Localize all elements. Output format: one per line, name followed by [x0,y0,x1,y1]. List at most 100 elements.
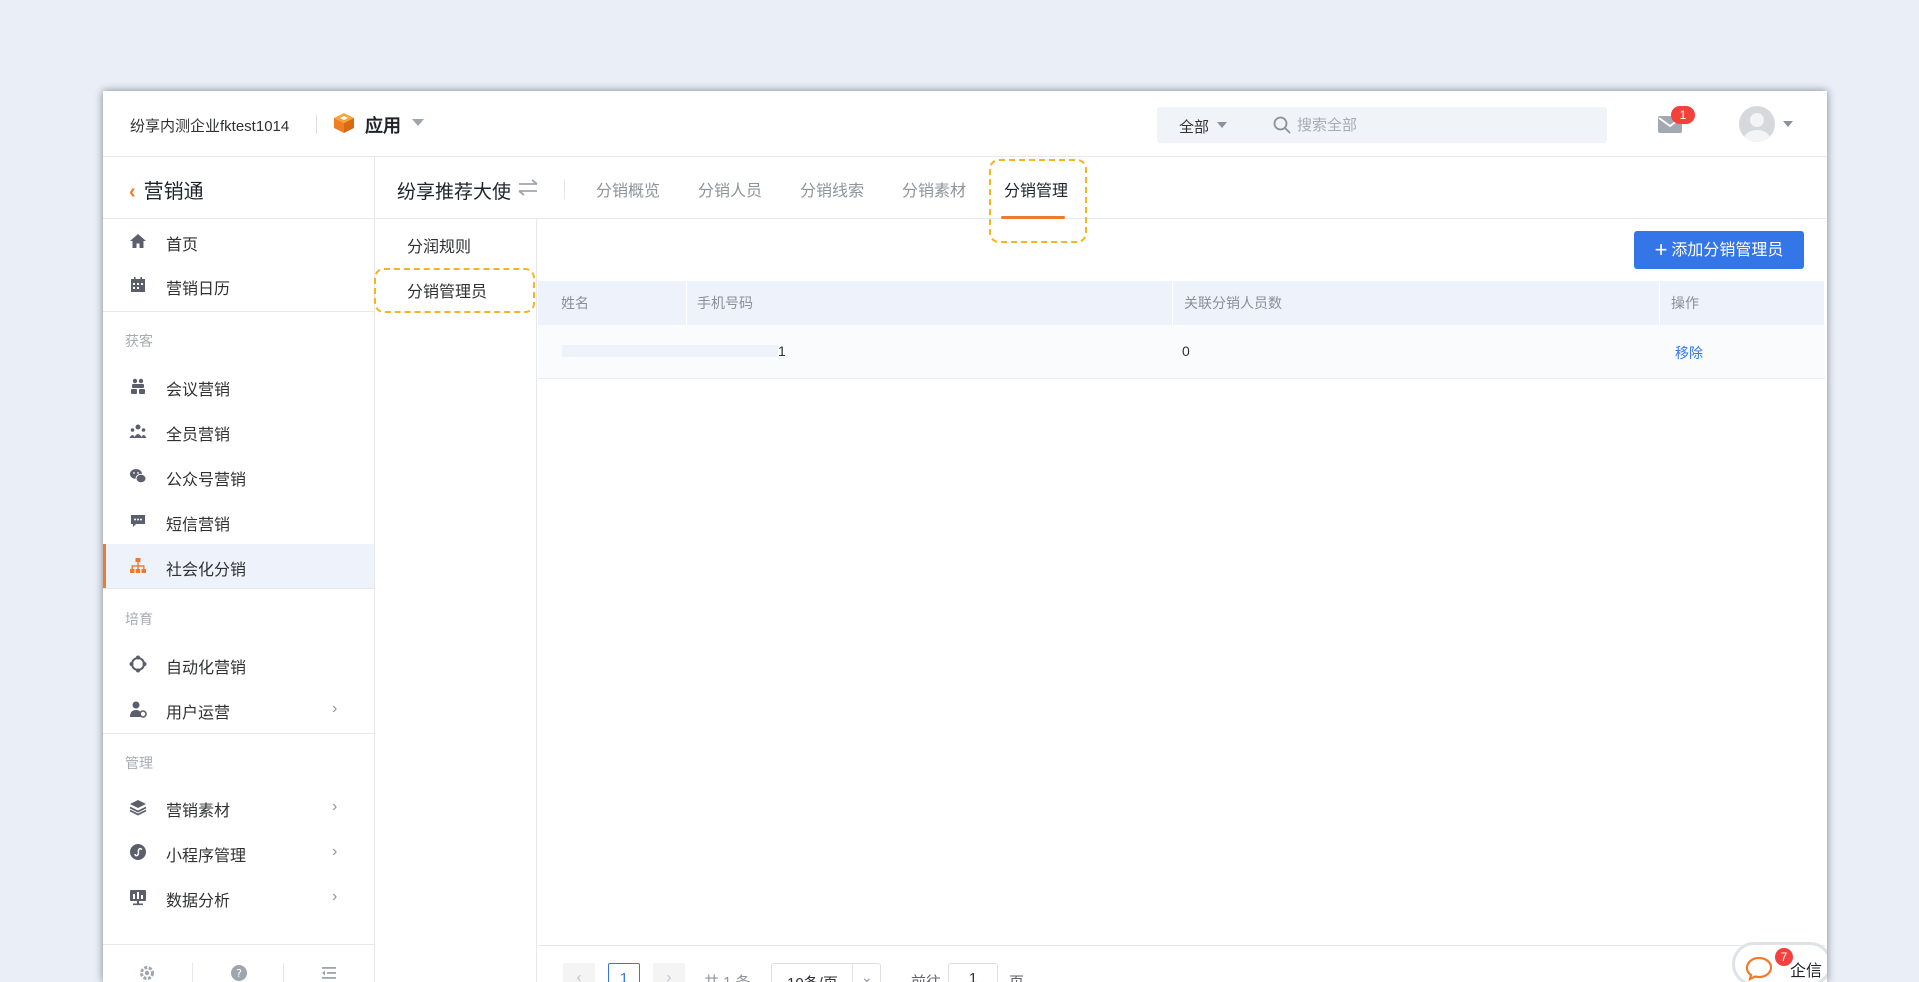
column-header-actions: 操作 [1660,281,1825,325]
swap-icon[interactable] [517,177,539,199]
sidebar-item-miniprogram[interactable]: 小程序管理 › [103,830,374,874]
goto-page-input[interactable]: 1 [948,963,998,982]
column-header-phone: 手机号码 [686,281,1173,325]
search-input[interactable] [1297,114,1597,136]
add-admin-button[interactable]: + 添加分销管理员 [1634,231,1804,269]
divider [852,964,853,982]
goto-prefix: 前往 [911,971,941,982]
gear-icon[interactable] [138,964,156,982]
home-icon [130,234,146,248]
chevron-right-icon: › [332,798,338,815]
back-button[interactable]: ‹ 营销通 [129,175,204,204]
sub-navigation: 分润规则 分销管理员 [376,219,537,982]
chat-bubble-icon [1745,956,1773,981]
meeting-icon [131,378,145,394]
company-name[interactable]: 纷享内测企业fktest1014 [130,115,289,136]
page-number-button[interactable]: 1 [608,963,640,982]
avatar[interactable] [1739,106,1775,142]
sidebar-item-materials[interactable]: 营销素材 › [103,785,374,829]
remove-link[interactable]: 移除 [1675,343,1703,363]
divider [538,945,1825,946]
chevron-right-icon: › [332,700,338,717]
tab-distributors[interactable]: 分销人员 [698,177,762,201]
layers-icon [129,800,147,816]
next-page-button[interactable]: › [653,963,685,982]
caret-down-icon[interactable] [1783,121,1793,127]
sidebar-item-label: 会议营销 [166,382,231,399]
qixin-chat-widget[interactable]: 7 企信 [1732,942,1827,982]
divider [564,179,565,199]
divider [103,944,375,945]
sidebar: ‹ 营销通 首页 营销日历 获客 会议营销 全员营销 公众号营销 短信营销 社会… [103,157,375,982]
global-search: 全部 [1157,107,1607,143]
sidebar-item-all-staff[interactable]: 全员营销 [103,409,374,453]
app-switcher-label[interactable]: 应用 [365,112,401,138]
divider [192,963,193,982]
monitor-icon [130,890,146,906]
sidebar-item-label: 首页 [166,237,199,254]
main-content: +添加分销管理员 姓名 手机号码 关联分销人员数 操作 i 1 0 移除 ‹ 1… [538,219,1827,982]
add-admin-label: 添加分销管理员 [1671,242,1784,259]
sidebar-item-sms[interactable]: 短信营销 [103,499,374,543]
divider [103,733,375,734]
page-size-value: 10条/页 [787,972,838,982]
sidebar-item-wechat[interactable]: 公众号营销 [103,454,374,498]
sidebar-group-label: 培育 [125,611,153,627]
module-tabs: 纷享推荐大使 分销概览 分销人员 分销线索 分销素材 分销管理 [376,157,1827,243]
automation-icon [129,655,147,673]
total-count: 共 1 条 [704,971,751,982]
chevron-left-icon: ‹ [129,181,136,203]
chevron-down-icon[interactable] [412,119,424,126]
wechat-icon [130,469,147,484]
app-window: 纷享内测企业fktest1014 应用 全部 1 [103,91,1827,982]
sidebar-item-label: 社会化分销 [166,562,247,579]
cell-distributor-count: 0 [1182,343,1190,359]
caret-down-icon[interactable] [1217,122,1227,128]
search-scope-select[interactable]: 全部 [1179,116,1209,137]
svg-text:?: ? [236,967,242,980]
sidebar-item-label: 公众号营销 [166,472,247,489]
user-ops-icon [130,701,147,718]
miniprogram-icon [130,844,146,860]
sidebar-item-label: 用户运营 [166,705,231,722]
sidebar-item-social-distribution[interactable]: 社会化分销 [103,544,374,588]
sidebar-item-label: 数据分析 [166,893,231,910]
page-size-select[interactable]: 10条/页 ⌄ [771,963,881,982]
sidebar-item-label: 营销日历 [166,281,231,298]
table-row: i 1 0 移除 [538,325,1825,379]
sidebar-item-label: 小程序管理 [166,848,247,865]
chevron-right-icon: › [332,843,338,860]
tab-leads[interactable]: 分销线索 [800,177,864,201]
column-header-name: 姓名 [550,281,687,325]
qixin-label: 企信 [1790,963,1823,980]
calendar-icon [131,277,145,292]
help-icon[interactable]: ? [230,964,248,982]
tab-materials[interactable]: 分销素材 [902,177,966,201]
table-header: 姓名 手机号码 关联分销人员数 操作 [538,281,1825,325]
top-header: 纷享内测企业fktest1014 应用 全部 1 [103,91,1827,157]
app-cube-icon [334,113,354,133]
plus-icon: + [1654,237,1668,262]
sidebar-item-calendar[interactable]: 营销日历 [103,263,374,307]
highlight-subnav-admins [374,268,535,313]
user-avatar-icon [1744,113,1770,142]
product-title: 纷享推荐大使 [397,182,512,203]
collapse-menu-icon[interactable] [320,964,338,982]
team-icon [129,424,147,438]
divider [283,963,284,982]
sidebar-item-home[interactable]: 首页 [103,219,374,263]
mail-badge: 1 [1671,106,1695,124]
sidebar-group-label: 获客 [125,333,153,349]
sidebar-item-meeting[interactable]: 会议营销 [103,364,374,408]
tab-overview[interactable]: 分销概览 [596,177,660,201]
sidebar-group-label: 管理 [125,755,153,771]
prev-page-button[interactable]: ‹ [563,963,595,982]
sidebar-item-automation[interactable]: 自动化营销 [103,642,374,686]
sidebar-item-user-ops[interactable]: 用户运营 › [103,687,374,731]
goto-suffix: 页 [1009,971,1024,982]
chevron-down-icon: ⌄ [861,969,873,982]
org-tree-icon [130,558,146,573]
sidebar-item-analytics[interactable]: 数据分析 › [103,875,374,919]
subnav-item-commission-rules[interactable]: 分润规则 [407,233,471,257]
module-title: 营销通 [143,181,204,203]
